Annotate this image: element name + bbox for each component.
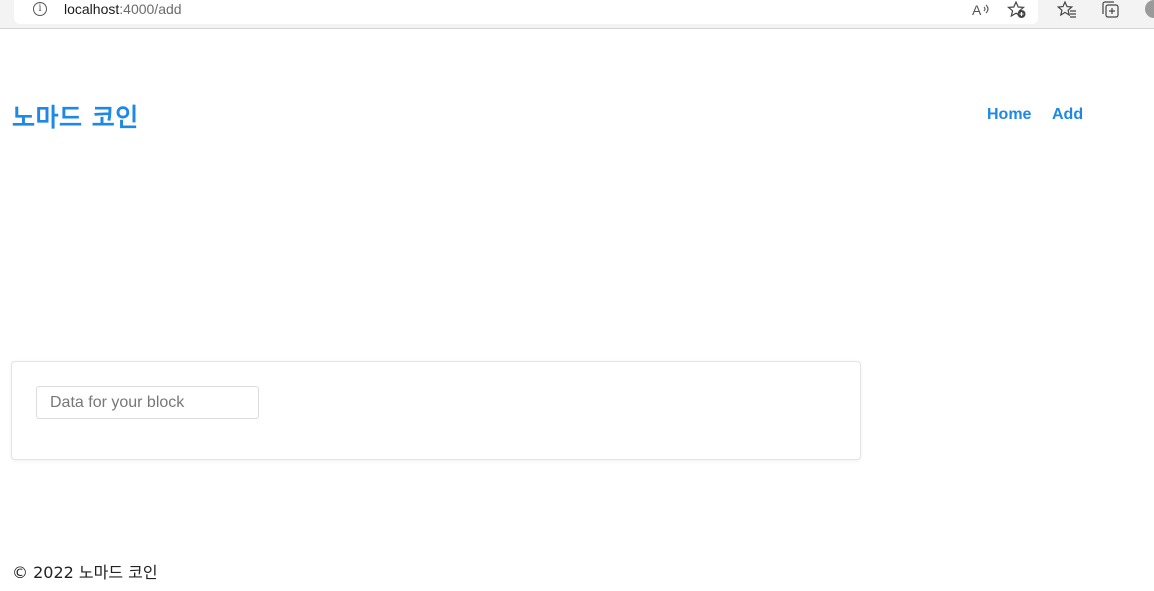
address-url[interactable]: localhost:4000/add	[64, 1, 182, 17]
add-block-form	[11, 361, 861, 460]
collections-icon[interactable]	[1101, 1, 1121, 19]
favorite-add-icon[interactable]	[1007, 1, 1027, 19]
profile-icon[interactable]	[1145, 0, 1154, 18]
browser-toolbar: i localhost:4000/add A	[0, 0, 1154, 29]
footer-copyright: © 2022 노마드 코인	[12, 563, 158, 582]
info-icon[interactable]: i	[33, 2, 47, 16]
nav-add-link[interactable]: Add	[1052, 106, 1083, 124]
url-host: localhost	[64, 1, 120, 17]
block-data-input[interactable]	[36, 386, 259, 419]
svg-text:A: A	[972, 2, 982, 18]
url-path: :4000/add	[119, 1, 182, 17]
nav-home-link[interactable]: Home	[987, 106, 1031, 124]
read-aloud-icon[interactable]: A	[971, 1, 991, 19]
site-title[interactable]: 노마드 코인	[12, 98, 139, 134]
favorites-icon[interactable]	[1057, 1, 1077, 19]
